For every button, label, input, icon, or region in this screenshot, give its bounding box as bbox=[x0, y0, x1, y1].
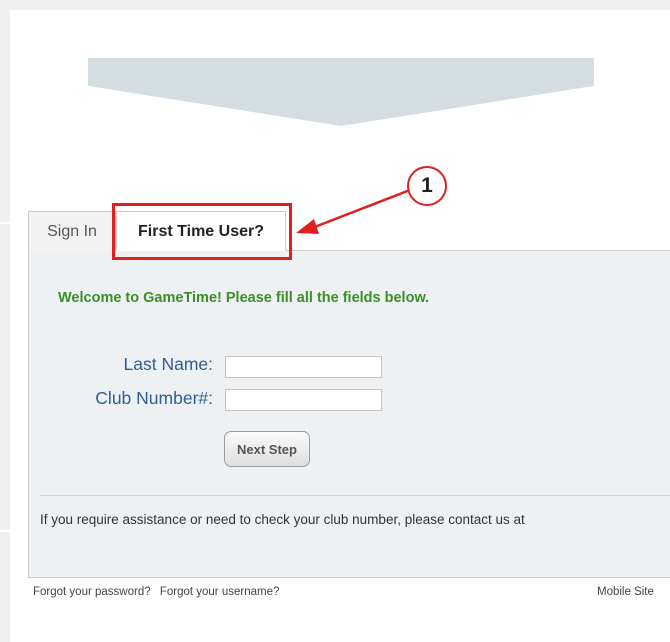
annotation-arrow bbox=[296, 188, 411, 234]
annotation-step-number: 1 bbox=[407, 166, 447, 206]
